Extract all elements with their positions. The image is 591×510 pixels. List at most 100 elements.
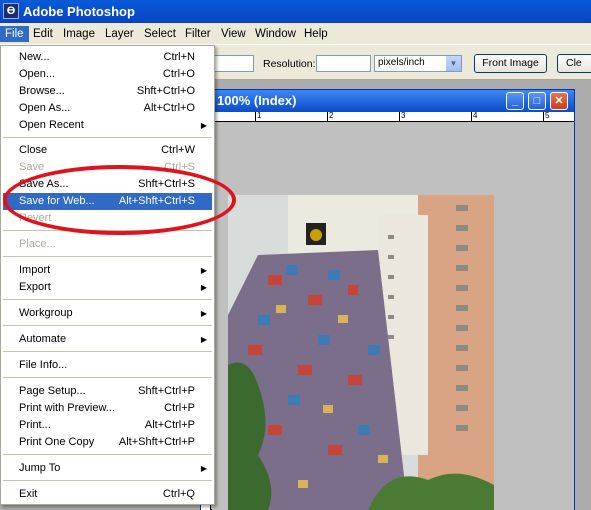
menu-layer[interactable]: Layer: [100, 26, 139, 42]
close-icon: ✕: [554, 95, 564, 107]
photoshop-app-icon[interactable]: ϴ: [3, 3, 19, 19]
width-field[interactable]: [214, 55, 254, 72]
menu-item-browse[interactable]: Browse... Shft+Ctrl+O: [3, 83, 212, 100]
temple-photo-graphic: [228, 195, 494, 510]
menu-item-label: Exit: [19, 488, 38, 500]
menu-item-open-recent[interactable]: Open Recent ▶: [3, 117, 212, 134]
menu-item-shortcut: Ctrl+O: [162, 68, 195, 80]
temple-photo[interactable]: [228, 195, 494, 510]
document-title-bar[interactable]: 100% (Index) _ □ ✕: [201, 90, 574, 112]
menu-filter[interactable]: Filter: [180, 26, 216, 42]
menu-item-label: Export: [19, 281, 51, 293]
menu-item-label: Place...: [19, 238, 56, 250]
menu-separator: [3, 454, 212, 455]
menu-separator: [3, 256, 212, 257]
menu-item-shortcut: Shft+Ctrl+P: [138, 385, 195, 397]
menu-select[interactable]: Select: [139, 26, 181, 42]
minimize-button[interactable]: _: [506, 92, 524, 110]
menu-item-label: Automate: [19, 333, 67, 345]
menu-item-place: Place...: [3, 236, 212, 253]
menu-item-close[interactable]: Close Ctrl+W: [3, 142, 212, 159]
menu-item-label: Open...: [19, 68, 56, 80]
chevron-down-icon[interactable]: ▼: [446, 56, 461, 71]
menu-file[interactable]: File: [0, 26, 29, 42]
menu-item-shortcut: Alt+Shft+Ctrl+P: [118, 436, 195, 448]
submenu-arrow-icon: ▶: [200, 335, 207, 344]
menu-item-label: Browse...: [19, 85, 65, 97]
menu-item-page-setup[interactable]: Page Setup... Shft+Ctrl+P: [3, 383, 212, 400]
ruler-tick: [327, 112, 328, 121]
menu-item-label: Page Setup...: [19, 385, 86, 397]
resolution-units-value: pixels/inch: [378, 57, 425, 68]
maximize-button[interactable]: □: [528, 92, 546, 110]
menu-item-shortcut: Ctrl+W: [161, 144, 195, 156]
menu-separator: [3, 299, 212, 300]
menu-item-jump-to[interactable]: Jump To ▶: [3, 460, 212, 477]
menu-item-shortcut: Alt+Ctrl+P: [144, 419, 195, 431]
submenu-arrow-icon: ▶: [200, 266, 207, 275]
ruler-mark: 2: [329, 112, 334, 120]
menu-item-export[interactable]: Export ▶: [3, 279, 212, 296]
app-title: Adobe Photoshop: [23, 4, 135, 19]
ruler-mark: 3: [401, 112, 406, 120]
menu-item-label: Print with Preview...: [19, 402, 115, 414]
minimize-icon: _: [511, 95, 519, 107]
menu-item-label: Print One Copy: [19, 436, 95, 448]
canvas-area[interactable]: [212, 122, 574, 510]
menu-item-print-one-copy[interactable]: Print One Copy Alt+Shft+Ctrl+P: [3, 434, 212, 451]
menu-image[interactable]: Image: [58, 26, 100, 42]
menu-item-label: Import: [19, 264, 51, 276]
menu-item-print-with-preview[interactable]: Print with Preview... Ctrl+P: [3, 400, 212, 417]
maximize-icon: □: [533, 95, 541, 107]
menu-item-label: New...: [19, 51, 50, 63]
menu-item-shortcut: Alt+Ctrl+O: [143, 102, 195, 114]
resolution-field[interactable]: [316, 55, 371, 72]
ruler-tick: [543, 112, 544, 121]
menu-item-new[interactable]: New... Ctrl+N: [3, 49, 212, 66]
menu-item-shortcut: Ctrl+Q: [162, 488, 195, 500]
menu-item-shortcut: Shft+Ctrl+O: [136, 85, 195, 97]
horizontal-ruler[interactable]: 1 2 3 4 5: [211, 112, 574, 122]
menu-edit[interactable]: Edit: [28, 26, 58, 42]
menu-separator: [3, 351, 212, 352]
menu-separator: [3, 137, 212, 138]
menu-item-shortcut: Ctrl+P: [164, 402, 195, 414]
menu-separator: [3, 325, 212, 326]
highlight-ellipse-annotation: [3, 165, 236, 235]
file-menu: New... Ctrl+N Open... Ctrl+O Browse... S…: [0, 45, 215, 505]
close-button[interactable]: ✕: [550, 92, 568, 110]
menu-window[interactable]: Window: [250, 26, 301, 42]
menu-item-import[interactable]: Import ▶: [3, 262, 212, 279]
menu-help[interactable]: Help: [299, 26, 333, 42]
menu-item-label: Workgroup: [19, 307, 73, 319]
menu-separator: [3, 480, 212, 481]
front-image-button[interactable]: Front Image: [474, 54, 547, 73]
menu-bar: File Edit Image Layer Select Filter View…: [0, 23, 591, 45]
menu-item-label: File Info...: [19, 359, 68, 371]
menu-view[interactable]: View: [216, 26, 251, 42]
menu-separator: [3, 377, 212, 378]
ruler-mark: 4: [473, 112, 478, 120]
menu-item-print[interactable]: Print... Alt+Ctrl+P: [3, 417, 212, 434]
clear-button[interactable]: Cle: [557, 54, 591, 73]
ruler-mark: 5: [545, 112, 550, 120]
menu-item-exit[interactable]: Exit Ctrl+Q: [3, 486, 212, 503]
document-title: 100% (Index): [217, 93, 297, 108]
menu-item-file-info[interactable]: File Info...: [3, 357, 212, 374]
app-title-bar: ϴ Adobe Photoshop: [0, 0, 591, 23]
resolution-label: Resolution:: [263, 58, 316, 70]
menu-item-open-as[interactable]: Open As... Alt+Ctrl+O: [3, 100, 212, 117]
menu-item-label: Open Recent: [19, 119, 84, 131]
menu-item-workgroup[interactable]: Workgroup ▶: [3, 305, 212, 322]
ruler-tick: [399, 112, 400, 121]
menu-item-shortcut: Ctrl+N: [163, 51, 195, 63]
resolution-units-select[interactable]: pixels/inch ▼: [374, 55, 462, 72]
submenu-arrow-icon: ▶: [200, 309, 207, 318]
menu-item-open[interactable]: Open... Ctrl+O: [3, 66, 212, 83]
ruler-mark: 1: [257, 112, 262, 120]
menu-item-label: Print...: [19, 419, 51, 431]
submenu-arrow-icon: ▶: [200, 121, 207, 130]
menu-item-label: Jump To: [19, 462, 61, 474]
menu-item-automate[interactable]: Automate ▶: [3, 331, 212, 348]
submenu-arrow-icon: ▶: [200, 464, 207, 473]
